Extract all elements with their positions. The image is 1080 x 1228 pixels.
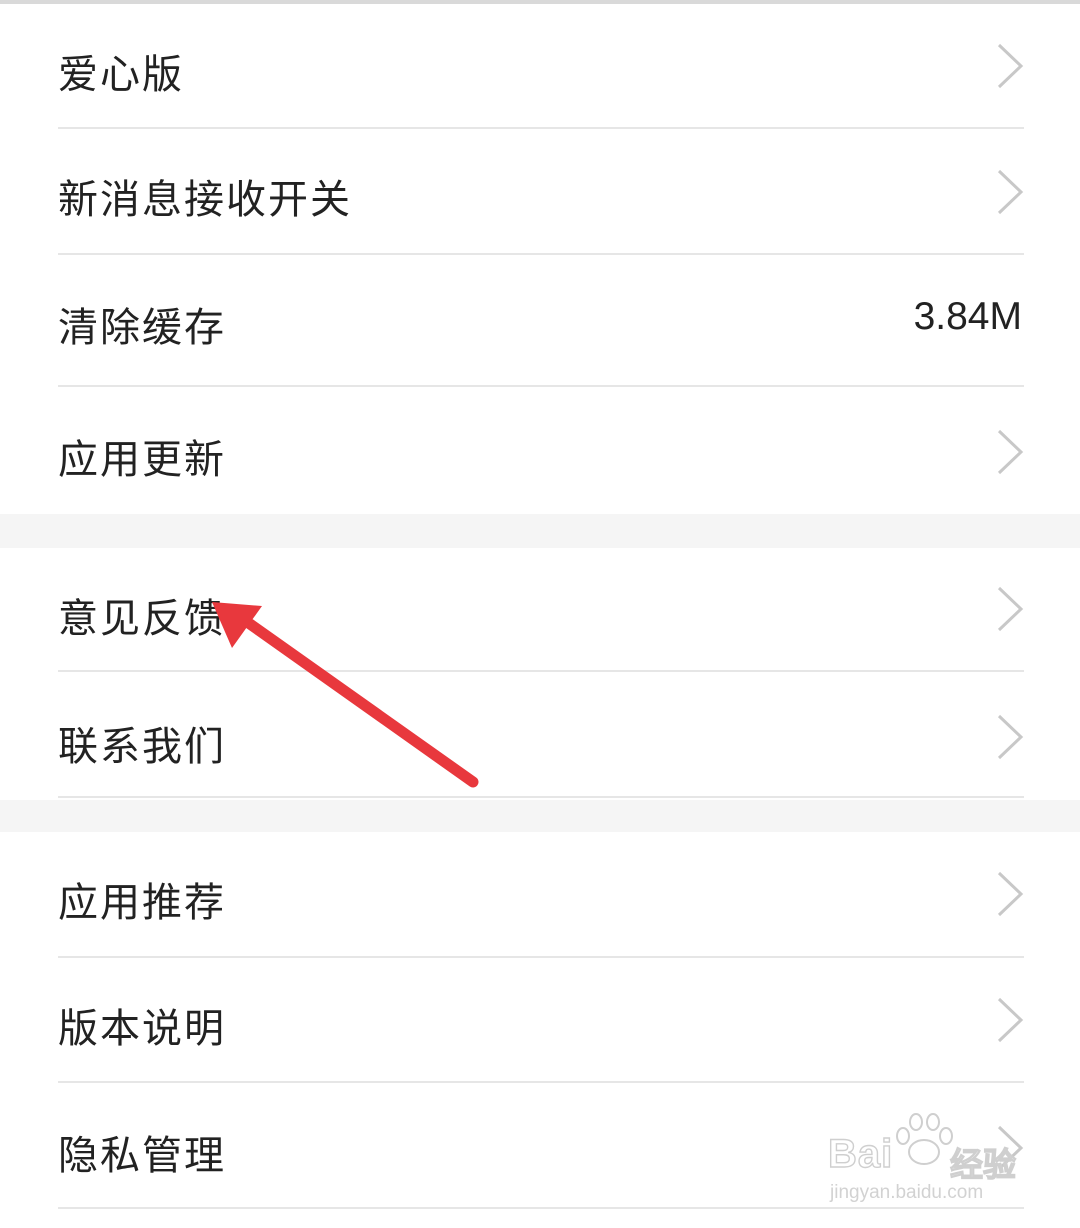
paw-logo-icon [896, 1113, 953, 1165]
row-label: 联系我们 [58, 724, 226, 770]
divider [58, 796, 1024, 798]
row-app-recommend[interactable]: 应用推荐 [0, 832, 1080, 956]
row-label: 应用更新 [58, 437, 226, 483]
row-label: 新消息接收开关 [58, 177, 352, 223]
watermark-url: jingyan.baidu.com [830, 1182, 984, 1203]
chevron-right-icon [997, 586, 1024, 632]
row-label: 版本说明 [58, 1006, 226, 1052]
watermark-brand-cn: 经验 [949, 1144, 1016, 1184]
chevron-right-icon [997, 714, 1024, 760]
row-clear-cache[interactable]: 清除缓存 3.84M [0, 255, 1080, 385]
chevron-right-icon [997, 997, 1024, 1043]
watermark-brand: Bai [827, 1131, 894, 1176]
row-label: 意见反馈 [58, 596, 226, 642]
row-label: 隐私管理 [58, 1133, 226, 1179]
row-version-notes[interactable]: 版本说明 [0, 958, 1080, 1082]
settings-group-support: 意见反馈 联系我们 [0, 548, 1080, 800]
chevron-right-icon [997, 871, 1024, 917]
row-new-message-toggle[interactable]: 新消息接收开关 [0, 129, 1080, 253]
chevron-right-icon [997, 429, 1024, 475]
chevron-right-icon [997, 43, 1024, 89]
baidu-jingyan-watermark: Bai 经验 jingyan.baidu.com [826, 1108, 1036, 1208]
row-app-update[interactable]: 应用更新 [0, 387, 1080, 514]
row-label: 应用推荐 [58, 880, 226, 926]
settings-group-general: 爱心版 新消息接收开关 清除缓存 3.84M 应用更新 [0, 4, 1080, 514]
chevron-right-icon [997, 169, 1024, 215]
row-label: 爱心版 [58, 52, 184, 98]
row-label: 清除缓存 [58, 305, 226, 351]
row-contact-us[interactable]: 联系我们 [0, 672, 1080, 796]
row-love-edition[interactable]: 爱心版 [0, 4, 1080, 128]
row-feedback[interactable]: 意见反馈 [0, 548, 1080, 670]
cache-size-value: 3.84M [913, 295, 1022, 338]
